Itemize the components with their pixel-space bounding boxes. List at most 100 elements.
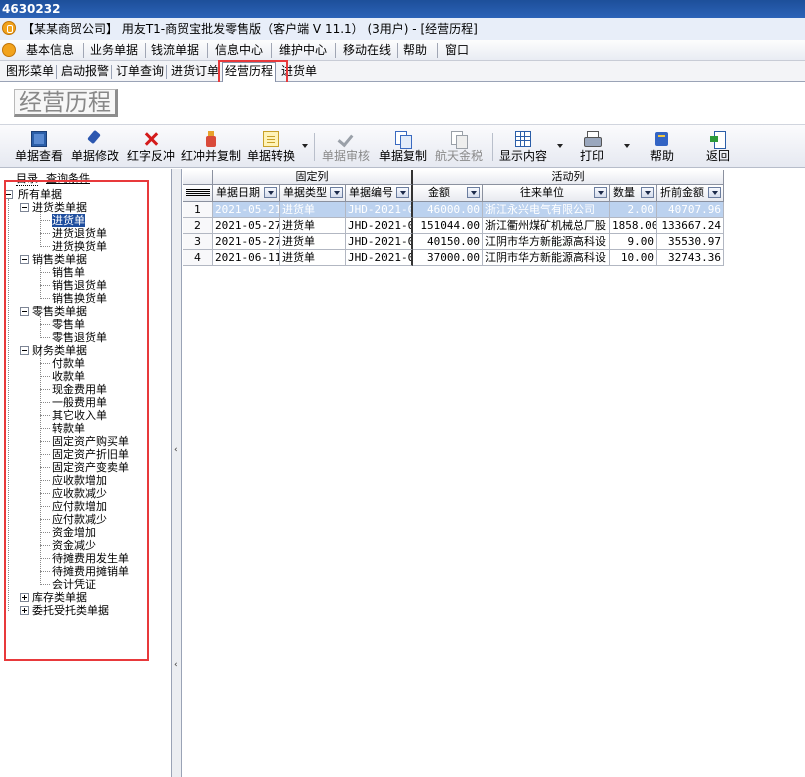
table-cell[interactable]: JHD-2021-06 <box>346 250 413 266</box>
column-header[interactable]: 往来单位 <box>483 185 610 202</box>
annotation-box-tree <box>4 180 149 661</box>
table-cell[interactable]: 2021-06-11 <box>213 250 280 266</box>
table-cell[interactable]: 2021-05-21 <box>213 202 280 218</box>
view-doc-button[interactable]: 单据查看 <box>14 127 64 167</box>
menu-maintenance[interactable]: 维护中心 <box>279 40 327 61</box>
display-dropdown-arrow[interactable] <box>557 144 563 148</box>
table-cell[interactable]: 40707.96 <box>657 202 724 218</box>
menu-window[interactable]: 窗口 <box>445 40 469 61</box>
menu-bar: 基本信息 业务单据 钱流单据 信息中心 维护中心 移动在线 帮助 窗口 <box>0 40 805 61</box>
book-icon <box>654 131 670 147</box>
edit-doc-button[interactable]: 单据修改 <box>70 127 120 167</box>
column-header[interactable]: 折前金额 <box>657 185 724 202</box>
table-cell[interactable]: JHD-2021-05 <box>346 218 413 234</box>
menu-separator <box>83 43 84 58</box>
column-header-label: 数量 <box>613 186 635 199</box>
table-cell[interactable]: 3 <box>183 234 213 250</box>
column-header-label: 单据类型 <box>283 186 327 199</box>
table-cell[interactable]: JHD-2021-05 <box>346 234 413 250</box>
grid-corner <box>183 170 213 185</box>
menu-help[interactable]: 帮助 <box>403 40 427 61</box>
table-cell[interactable]: 江阴市华方新能源高科设 <box>483 234 610 250</box>
column-filter-dropdown[interactable] <box>594 187 607 198</box>
table-cell[interactable]: 35530.97 <box>657 234 724 250</box>
table-cell[interactable]: 46000.00 <box>413 202 483 218</box>
return-button[interactable]: 返回 <box>698 127 738 167</box>
grid-group-active: 活动列 <box>413 170 724 185</box>
golden-tax-button[interactable]: 航天金税 <box>434 127 484 167</box>
tab-graphic-menu[interactable]: 图形菜单 <box>4 63 56 81</box>
column-filter-dropdown[interactable] <box>708 187 721 198</box>
collapse-left-icon[interactable]: ‹ <box>174 444 179 456</box>
tab-separator <box>111 65 112 79</box>
convert-doc-button[interactable]: 单据转换 <box>246 127 296 167</box>
table-cell[interactable]: 4 <box>183 250 213 266</box>
column-header[interactable]: 单据类型 <box>280 185 346 202</box>
tab-order-query[interactable]: 订单查询 <box>114 63 166 81</box>
table-cell[interactable]: 2021-05-27 <box>213 234 280 250</box>
return-label: 返回 <box>705 149 730 163</box>
table-cell[interactable]: 进货单 <box>280 202 346 218</box>
print-button[interactable]: 打印 <box>572 127 612 167</box>
copy-doc-button[interactable]: 单据复制 <box>378 127 428 167</box>
table-cell[interactable]: 32743.36 <box>657 250 724 266</box>
table-cell[interactable]: 进货单 <box>280 218 346 234</box>
table-cell[interactable]: 10.00 <box>610 250 657 266</box>
column-header-label: 往来单位 <box>520 186 564 199</box>
print-dropdown-arrow[interactable] <box>624 144 630 148</box>
doc-grid: 固定列 活动列 单据日期 单据类型 单据编号 金额 往来单位 数量 折前金额 1 2021-05-2… <box>183 169 805 777</box>
column-filter-dropdown[interactable] <box>467 187 480 198</box>
table-cell[interactable]: 江阴市华方新能源高科设 <box>483 250 610 266</box>
table-cell[interactable]: 进货单 <box>280 250 346 266</box>
reverse-copy-button[interactable]: 红冲并复制 <box>181 127 241 167</box>
menu-basic-info[interactable]: 基本信息 <box>26 40 74 61</box>
column-filter-dropdown[interactable] <box>641 187 654 198</box>
column-filter-dropdown[interactable] <box>330 187 343 198</box>
column-header-label: 单据编号 <box>349 186 393 199</box>
print-label: 打印 <box>579 149 604 163</box>
help-button[interactable]: 帮助 <box>642 127 682 167</box>
table-cell[interactable]: 151044.00 <box>413 218 483 234</box>
column-header[interactable]: 金额 <box>413 185 483 202</box>
menu-logo-icon <box>2 43 16 57</box>
menu-business-docs[interactable]: 业务单据 <box>90 40 138 61</box>
tab-separator <box>56 65 57 79</box>
reverse-copy-label: 红冲并复制 <box>181 149 242 163</box>
column-header[interactable]: 单据日期 <box>213 185 280 202</box>
menu-info-center[interactable]: 信息中心 <box>215 40 263 61</box>
table-cell[interactable]: 浙江永兴电气有限公司 <box>483 202 610 218</box>
column-header[interactable]: 单据编号 <box>346 185 413 202</box>
column-header[interactable]: 数量 <box>610 185 657 202</box>
table-cell[interactable]: 进货单 <box>280 234 346 250</box>
tab-startup-alert[interactable]: 启动报警 <box>59 63 111 81</box>
table-cell[interactable]: 1858.00 <box>610 218 657 234</box>
table-cell[interactable]: JHD-2021-05 <box>346 202 413 218</box>
menu-cash-docs[interactable]: 钱流单据 <box>151 40 199 61</box>
table-cell[interactable]: 9.00 <box>610 234 657 250</box>
table-cell[interactable]: 40150.00 <box>413 234 483 250</box>
view-doc-label: 单据查看 <box>14 149 63 163</box>
menu-mobile-online[interactable]: 移动在线 <box>343 40 391 61</box>
table-cell[interactable]: 2021-05-27 <box>213 218 280 234</box>
table-cell[interactable]: 1 <box>183 202 213 218</box>
rows-icon <box>186 189 210 190</box>
column-header-label: 折前金额 <box>660 186 704 199</box>
column-filter-dropdown[interactable] <box>396 187 409 198</box>
collapse-left-icon[interactable]: ‹ <box>174 659 179 671</box>
table-cell[interactable]: 2.00 <box>610 202 657 218</box>
red-reverse-button[interactable]: 红字反冲 <box>126 127 176 167</box>
column-filter-dropdown[interactable] <box>264 187 277 198</box>
table-cell[interactable]: 37000.00 <box>413 250 483 266</box>
table-cell[interactable]: 133667.24 <box>657 218 724 234</box>
module-tab-bar: 图形菜单 启动报警 订单查询 进货订单 经营历程 进货单 <box>0 61 805 82</box>
tab-purchase-order[interactable]: 进货订单 <box>169 63 221 81</box>
menu-separator <box>207 43 208 58</box>
page-title-area: 经营历程 <box>0 82 805 124</box>
table-cell[interactable]: 浙江衢州煤矿机械总厂股 <box>483 218 610 234</box>
row-header-corner <box>183 185 213 202</box>
display-content-button[interactable]: 显示内容 <box>498 127 548 167</box>
convert-dropdown-arrow[interactable] <box>302 144 308 148</box>
table-cell[interactable]: 2 <box>183 218 213 234</box>
audit-doc-button[interactable]: 单据审核 <box>321 127 371 167</box>
panel-splitter[interactable]: ‹ ‹ <box>172 169 182 777</box>
